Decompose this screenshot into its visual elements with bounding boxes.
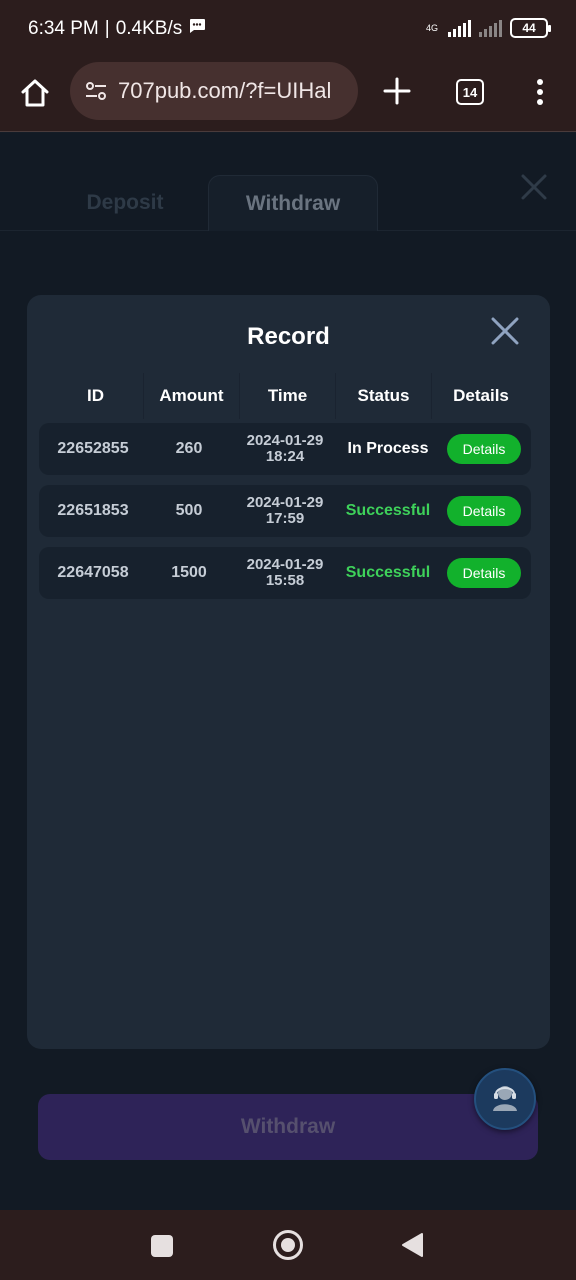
column-header-details: Details bbox=[453, 386, 509, 405]
tab-switcher-button[interactable]: 14 bbox=[456, 79, 484, 105]
record-time-line: 15:58 bbox=[265, 572, 305, 589]
system-navigation-bar bbox=[0, 1210, 576, 1280]
record-amount: 500 bbox=[175, 502, 203, 519]
page-close-icon[interactable] bbox=[518, 171, 550, 203]
message-icon bbox=[188, 18, 206, 40]
record-date-line: 2024-01-29 bbox=[246, 432, 324, 449]
tab-withdraw[interactable]: Withdraw bbox=[208, 175, 378, 231]
table-header: ID Amount Time Status Details bbox=[48, 373, 530, 419]
new-tab-icon[interactable] bbox=[380, 74, 414, 108]
column-header-time: Time bbox=[240, 373, 336, 419]
record-id: 22652855 bbox=[57, 440, 129, 457]
site-settings-icon[interactable] bbox=[84, 79, 108, 103]
home-icon[interactable] bbox=[18, 76, 52, 110]
record-time-line: 18:24 bbox=[265, 448, 305, 465]
network-type: 4G bbox=[425, 23, 438, 33]
record-time: 2024-01-29 17:59 bbox=[231, 495, 339, 527]
record-id: 22647058 bbox=[57, 564, 129, 581]
tab-count: 14 bbox=[462, 84, 478, 100]
tab-deposit[interactable]: Deposit bbox=[70, 175, 180, 231]
column-header-status: Status bbox=[336, 373, 432, 419]
table-row: 22652855 260 2024-01-29 18:24 In Process… bbox=[39, 423, 531, 475]
record-amount: 1500 bbox=[171, 564, 207, 581]
recent-apps-icon[interactable] bbox=[151, 1235, 173, 1257]
table-row: 22651853 500 2024-01-29 17:59 Successful… bbox=[39, 485, 531, 537]
table-row: 22647058 1500 2024-01-29 15:58 Successfu… bbox=[39, 547, 531, 599]
home-nav-icon[interactable] bbox=[273, 1230, 303, 1260]
address-bar[interactable]: 707pub.com/?f=UIHal bbox=[70, 62, 358, 120]
record-details-cell: Details bbox=[437, 558, 531, 588]
record-status: In Process bbox=[347, 440, 429, 457]
record-modal: Record ID Amount Time Status Details 226… bbox=[27, 295, 550, 1049]
record-time: 2024-01-29 18:24 bbox=[231, 433, 339, 465]
status-left: 6:34 PM | 0.4KB/s bbox=[28, 18, 206, 40]
record-status: Successful bbox=[345, 564, 431, 581]
status-divider: | bbox=[104, 18, 110, 39]
url-text: 707pub.com/?f=UIHal bbox=[118, 78, 332, 103]
details-button[interactable]: Details bbox=[447, 558, 521, 588]
withdraw-button[interactable]: Withdraw bbox=[38, 1094, 538, 1160]
status-time: 6:34 PM bbox=[28, 18, 99, 39]
record-date-line: 2024-01-29 bbox=[246, 556, 324, 573]
battery-icon: 44 bbox=[510, 18, 551, 38]
back-icon[interactable] bbox=[400, 1232, 424, 1258]
record-status: Successful bbox=[345, 502, 431, 519]
record-id: 22651853 bbox=[57, 502, 129, 519]
details-button[interactable]: Details bbox=[447, 496, 521, 526]
customer-support-button[interactable] bbox=[474, 1068, 536, 1130]
record-details-cell: Details bbox=[437, 496, 531, 526]
status-right: 4G 44 bbox=[425, 18, 551, 38]
modal-close-icon[interactable] bbox=[488, 314, 522, 348]
modal-title: Record bbox=[247, 323, 330, 350]
battery-level: 44 bbox=[522, 21, 536, 35]
column-header-amount: Amount bbox=[144, 373, 240, 419]
record-time-line: 17:59 bbox=[265, 510, 305, 527]
record-details-cell: Details bbox=[437, 434, 531, 464]
browser-toolbar: 707pub.com/?f=UIHal 14 bbox=[0, 60, 576, 132]
record-time: 2024-01-29 15:58 bbox=[231, 557, 339, 589]
support-agent-icon bbox=[488, 1080, 522, 1119]
record-date-line: 2024-01-29 bbox=[246, 494, 324, 511]
transaction-tabs: Deposit Withdraw bbox=[0, 175, 576, 231]
signal-icon-secondary bbox=[479, 19, 502, 37]
signal-icon bbox=[448, 19, 471, 37]
status-bar: 6:34 PM | 0.4KB/s 4G 44 bbox=[0, 0, 576, 60]
record-list: 22652855 260 2024-01-29 18:24 In Process… bbox=[39, 423, 531, 609]
more-menu-icon[interactable] bbox=[530, 76, 550, 108]
details-button[interactable]: Details bbox=[447, 434, 521, 464]
record-amount: 260 bbox=[175, 440, 203, 457]
column-header-id: ID bbox=[48, 373, 144, 419]
status-speed: 0.4KB/s bbox=[115, 18, 183, 39]
